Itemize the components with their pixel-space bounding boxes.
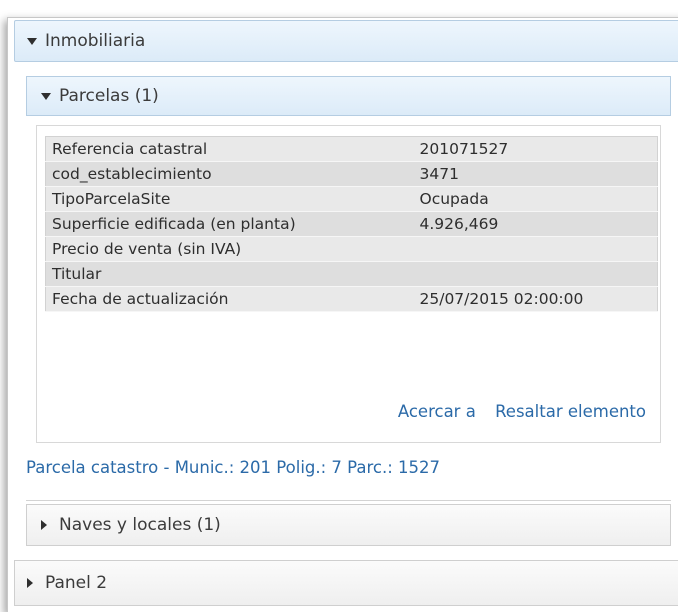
- feature-actions: Acercar a Resaltar elemento: [398, 402, 646, 421]
- table-row: Superficie edificada (en planta) 4.926,4…: [45, 211, 658, 237]
- attribute-value: 3471: [413, 161, 658, 187]
- highlight-feature-link[interactable]: Resaltar elemento: [495, 402, 646, 421]
- layer-header-label: Parcelas (1): [59, 86, 159, 106]
- layer-header-label: Naves y locales (1): [59, 515, 221, 535]
- group-header-inmobiliaria[interactable]: Inmobiliaria: [14, 20, 678, 62]
- group-header-panel2[interactable]: Panel 2: [14, 560, 678, 606]
- attribute-name: Precio de venta (sin IVA): [45, 236, 414, 262]
- divider: [26, 500, 671, 501]
- triangle-right-icon: [27, 578, 45, 588]
- table-row: cod_establecimiento 3471: [45, 161, 658, 187]
- attribute-value: Ocupada: [413, 186, 658, 212]
- table-row: Fecha de actualización 25/07/2015 02:00:…: [45, 286, 658, 312]
- feature-details-box: Referencia catastral 201071527 cod_estab…: [36, 125, 661, 443]
- attribute-value: 25/07/2015 02:00:00: [413, 286, 658, 312]
- table-row: Precio de venta (sin IVA): [45, 236, 658, 262]
- attribute-name: Superficie edificada (en planta): [45, 211, 414, 237]
- table-row: Titular: [45, 261, 658, 287]
- zoom-to-link[interactable]: Acercar a: [398, 402, 476, 421]
- attribute-name: Referencia catastral: [45, 136, 414, 162]
- identify-results-widget: Inmobiliaria Parcelas (1) Referencia cat…: [0, 0, 678, 612]
- feature-title-link[interactable]: Parcela catastro - Munic.: 201 Polig.: 7…: [26, 458, 440, 477]
- attributes-table: Referencia catastral 201071527 cod_estab…: [45, 136, 658, 312]
- triangle-down-icon: [41, 92, 59, 100]
- attribute-value: [413, 261, 658, 287]
- layer-header-naves[interactable]: Naves y locales (1): [26, 504, 671, 546]
- layer-header-parcelas[interactable]: Parcelas (1): [26, 76, 671, 116]
- attribute-name: TipoParcelaSite: [45, 186, 414, 212]
- attribute-value: 4.926,469: [413, 211, 658, 237]
- table-row: TipoParcelaSite Ocupada: [45, 186, 658, 212]
- attribute-name: cod_establecimiento: [45, 161, 414, 187]
- group-header-label: Panel 2: [45, 573, 108, 593]
- triangle-right-icon: [41, 520, 59, 530]
- attribute-value: 201071527: [413, 136, 658, 162]
- table-row: Referencia catastral 201071527: [45, 136, 658, 162]
- attribute-name: Titular: [45, 261, 414, 287]
- attribute-name: Fecha de actualización: [45, 286, 414, 312]
- triangle-down-icon: [27, 37, 45, 45]
- attribute-value: [413, 236, 658, 262]
- group-header-label: Inmobiliaria: [45, 31, 146, 51]
